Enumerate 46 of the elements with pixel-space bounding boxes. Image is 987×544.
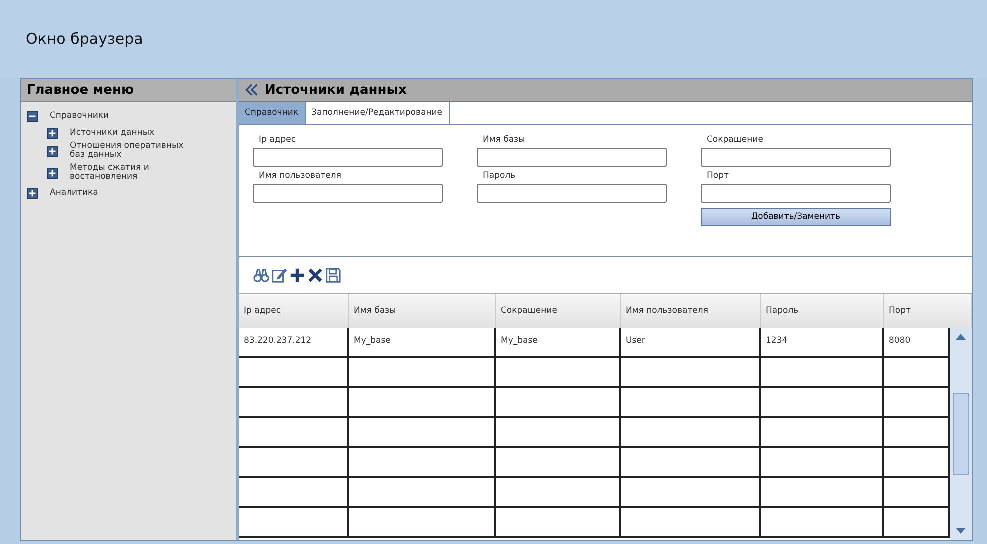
- table-cell: My_base: [349, 328, 496, 356]
- save-icon[interactable]: [325, 266, 342, 284]
- double-chevron-icon[interactable]: [245, 83, 259, 97]
- input-field[interactable]: [477, 148, 667, 167]
- field-label: Пароль: [482, 171, 517, 181]
- tab[interactable]: Заполнение/Редактирование: [306, 102, 450, 124]
- panel-title: Источники данных: [265, 82, 407, 98]
- edit-icon[interactable]: [271, 266, 288, 284]
- tree-item[interactable]: Методы сжатия и востановления: [70, 164, 190, 182]
- table-cell: 1234: [761, 328, 884, 356]
- tree-item[interactable]: Аналитика: [50, 189, 170, 199]
- field-label: Сокращение: [706, 135, 764, 145]
- input-field[interactable]: [253, 148, 443, 167]
- scrollbar[interactable]: [950, 328, 972, 540]
- add-replace-button[interactable]: Добавить/Заменить: [701, 208, 891, 226]
- input-field[interactable]: [701, 148, 891, 167]
- tree-item[interactable]: Источники данных: [70, 128, 190, 138]
- input-field[interactable]: [701, 184, 891, 203]
- column-header[interactable]: Имя базы: [349, 294, 496, 328]
- binoculars-icon[interactable]: [253, 266, 270, 284]
- field-label: Порт: [706, 171, 730, 181]
- tab[interactable]: Справочник: [239, 102, 306, 124]
- column-header[interactable]: Имя пользователя: [621, 294, 761, 328]
- column-header[interactable]: Сокращение: [496, 294, 621, 328]
- column-header[interactable]: Ip адрес: [239, 294, 349, 328]
- window-title: Окно браузера: [26, 30, 144, 48]
- add-icon[interactable]: [289, 266, 306, 284]
- input-field[interactable]: [253, 184, 443, 203]
- expand-icon[interactable]: [47, 168, 58, 179]
- table-cell: User: [621, 328, 761, 356]
- table-cell: My_base: [496, 328, 621, 356]
- delete-icon[interactable]: [307, 266, 324, 284]
- field-label: Имя пользователя: [258, 171, 342, 181]
- input-field[interactable]: [477, 184, 667, 203]
- tree-item[interactable]: Справочники: [50, 112, 170, 122]
- expand-icon[interactable]: [47, 146, 58, 157]
- table-cell: 83.220.237.212: [239, 328, 349, 356]
- collapse-icon[interactable]: [27, 111, 38, 122]
- expand-icon[interactable]: [47, 128, 58, 139]
- field-label: Имя базы: [482, 135, 526, 145]
- tree-item[interactable]: Отношения оперативных баз данных: [70, 142, 190, 161]
- field-label: Ip адрес: [258, 135, 297, 145]
- sidebar-title: Главное меню: [21, 79, 236, 102]
- scroll-thumb[interactable]: [953, 393, 969, 475]
- expand-icon[interactable]: [27, 188, 38, 200]
- column-header[interactable]: Пароль: [761, 294, 884, 328]
